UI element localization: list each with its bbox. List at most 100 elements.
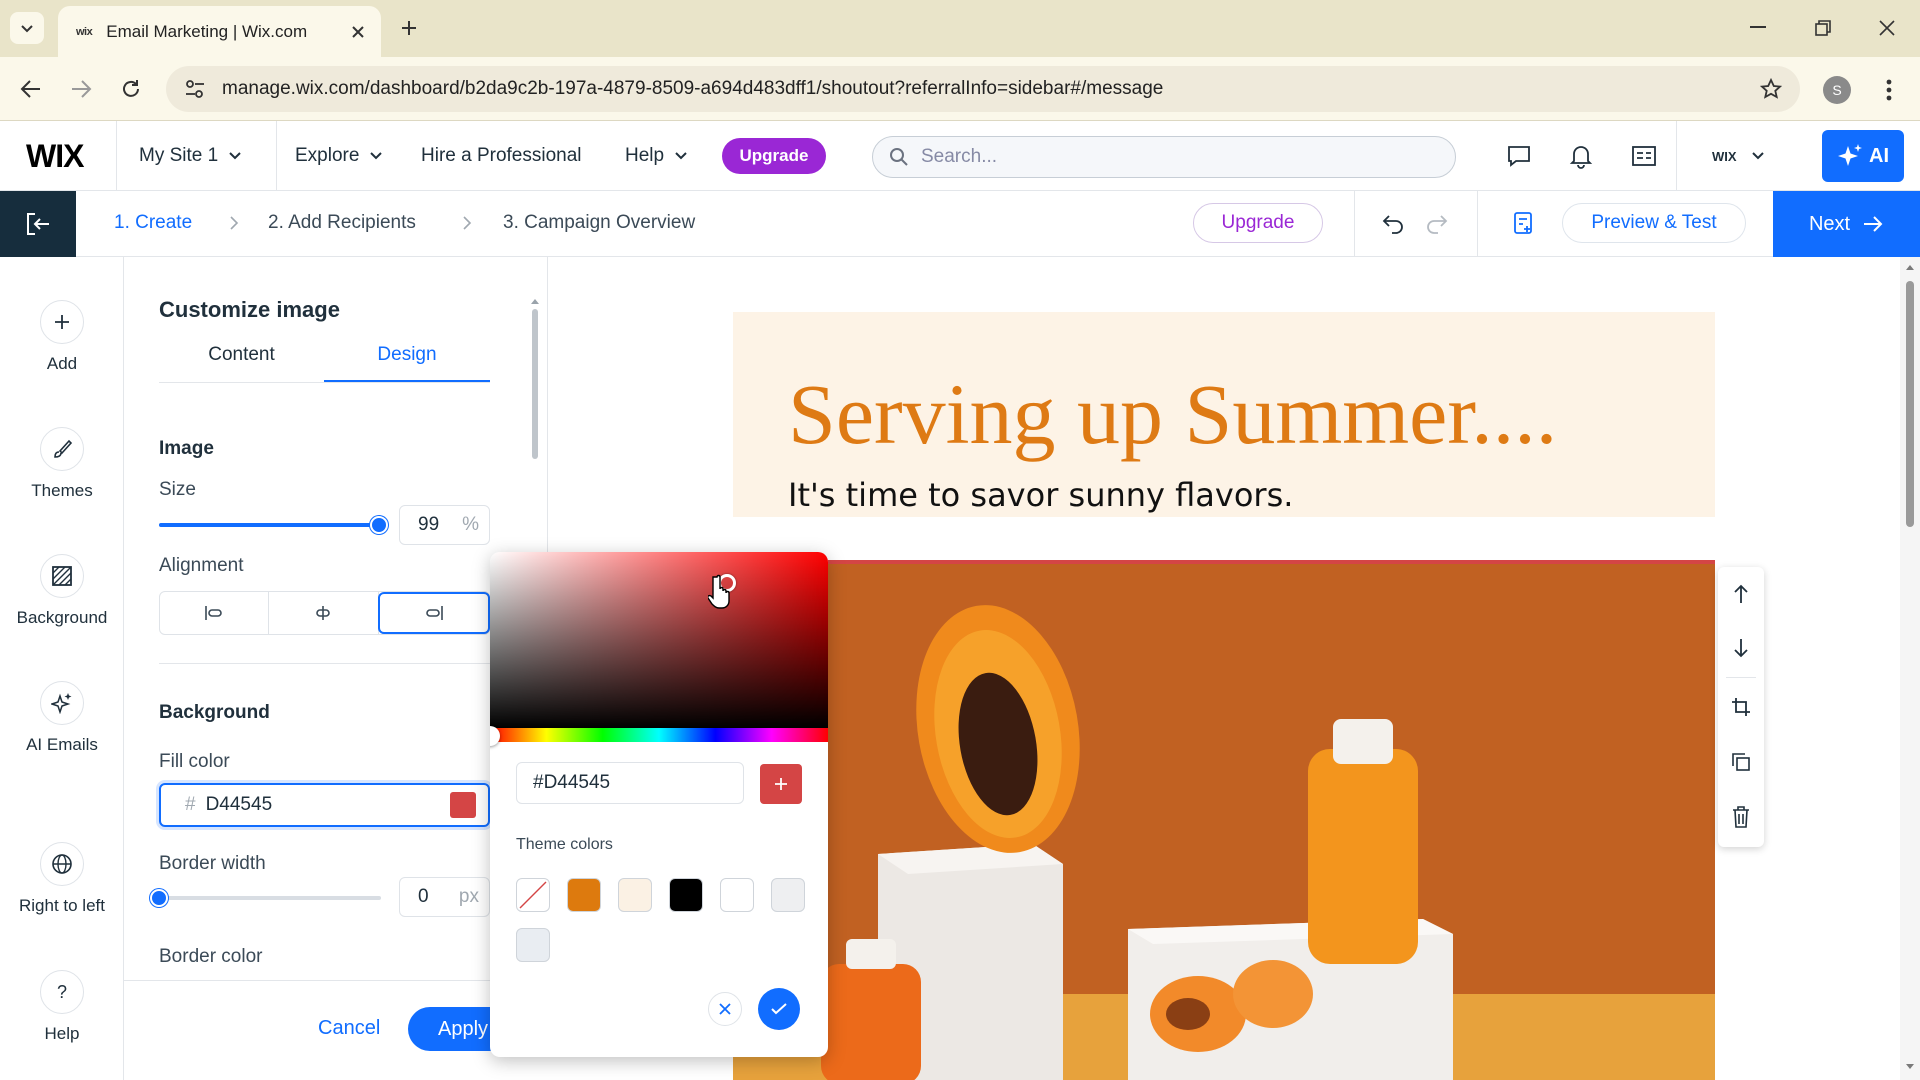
canvas-scrollbar[interactable]: [1900, 257, 1920, 1080]
border-width-slider-handle[interactable]: [150, 889, 168, 907]
forward-icon[interactable]: [70, 79, 92, 99]
restore-icon[interactable]: [1814, 19, 1832, 37]
upgrade-outline-button[interactable]: Upgrade: [1193, 203, 1323, 243]
hire-professional-link[interactable]: Hire a Professional: [421, 121, 582, 191]
align-left-button[interactable]: [160, 592, 270, 634]
sparkle-icon: [1838, 144, 1862, 166]
align-right-button[interactable]: [377, 592, 490, 634]
site-selector[interactable]: My Site 1: [139, 121, 242, 191]
close-icon[interactable]: [351, 25, 365, 39]
minimize-icon[interactable]: [1750, 26, 1766, 30]
cancel-button[interactable]: Cancel: [318, 1017, 380, 1040]
rail-add[interactable]: Add: [0, 300, 124, 374]
address-bar[interactable]: manage.wix.com/dashboard/b2da9c2b-197a-4…: [166, 66, 1800, 112]
ai-label: AI: [1869, 144, 1889, 167]
rail-label: Add: [46, 354, 78, 373]
plus-icon: [775, 778, 787, 790]
upgrade-button[interactable]: Upgrade: [722, 138, 826, 174]
email-image-block[interactable]: [733, 560, 1715, 1080]
add-color-button[interactable]: [760, 764, 802, 804]
hex-value: #D44545: [533, 772, 611, 793]
panel-title: Customize image: [159, 297, 340, 322]
no-color-swatch[interactable]: [516, 878, 550, 912]
reload-icon[interactable]: [120, 78, 142, 100]
browser-tab[interactable]: wix Email Marketing | Wix.com: [58, 6, 381, 57]
wix-logo[interactable]: WIX: [26, 138, 84, 175]
scroll-thumb[interactable]: [532, 309, 538, 459]
block-toolbar: [1718, 567, 1764, 847]
browser-menu-icon[interactable]: [1886, 78, 1892, 102]
rail-ai-emails[interactable]: AI Emails: [0, 681, 124, 755]
redo-icon[interactable]: [1425, 211, 1449, 235]
saturation-value-area[interactable]: [490, 552, 828, 728]
site-info-icon[interactable]: [184, 79, 206, 99]
step-create[interactable]: 1. Create: [114, 212, 192, 234]
exit-editor-button[interactable]: [0, 191, 76, 257]
hue-slider[interactable]: [490, 728, 828, 742]
explore-menu[interactable]: Explore: [295, 121, 383, 191]
plus-icon: [40, 300, 84, 344]
delete-icon[interactable]: [1732, 806, 1750, 828]
crop-icon[interactable]: [1731, 697, 1751, 717]
bookmark-star-icon[interactable]: [1760, 78, 1782, 100]
scroll-down-icon: [1906, 1064, 1914, 1069]
border-width-input[interactable]: 0 px: [399, 877, 490, 917]
rail-background[interactable]: Background: [0, 554, 124, 628]
search-icon: [890, 148, 908, 166]
picker-cancel-button[interactable]: [708, 992, 742, 1026]
undo-icon[interactable]: [1381, 211, 1405, 235]
exit-icon: [27, 213, 49, 235]
new-tab-icon[interactable]: [400, 19, 418, 37]
email-headline[interactable]: Serving up Summer....: [788, 364, 1557, 464]
fill-color-input[interactable]: # D44545: [159, 783, 490, 827]
fill-color-swatch[interactable]: [450, 792, 476, 818]
picker-confirm-button[interactable]: [758, 988, 800, 1030]
step-add-recipients[interactable]: 2. Add Recipients: [268, 212, 416, 234]
inbox-icon[interactable]: [1631, 145, 1657, 167]
move-down-icon[interactable]: [1732, 637, 1750, 659]
theme-color-swatch[interactable]: [720, 878, 754, 912]
close-window-icon[interactable]: [1878, 19, 1896, 37]
size-slider-handle[interactable]: [369, 516, 388, 534]
fill-color-value: D44545: [205, 794, 273, 815]
tab-list-button[interactable]: [10, 12, 44, 44]
align-center-button[interactable]: [269, 592, 379, 634]
theme-color-swatch[interactable]: [618, 878, 652, 912]
size-input[interactable]: 99 %: [399, 505, 490, 545]
bell-icon[interactable]: [1569, 143, 1593, 169]
back-icon[interactable]: [20, 79, 42, 99]
scroll-up-icon: [1906, 265, 1914, 270]
theme-color-swatch[interactable]: [516, 928, 550, 962]
tab-design[interactable]: Design: [324, 341, 490, 383]
rail-themes[interactable]: Themes: [0, 427, 124, 501]
background-icon: [40, 554, 84, 598]
step-campaign-overview[interactable]: 3. Campaign Overview: [503, 212, 695, 234]
border-width-slider-track[interactable]: [159, 896, 381, 900]
theme-color-swatch[interactable]: [771, 878, 805, 912]
email-header-block[interactable]: Serving up Summer.... It's time to savor…: [733, 312, 1715, 517]
move-up-icon[interactable]: [1732, 583, 1750, 605]
ai-button[interactable]: AI: [1822, 130, 1904, 182]
profile-avatar[interactable]: S: [1823, 76, 1851, 104]
hex-input[interactable]: #D44545: [516, 762, 744, 804]
search-input[interactable]: Search...: [872, 136, 1456, 178]
brush-icon: [40, 427, 84, 471]
theme-color-swatch[interactable]: [567, 878, 601, 912]
theme-color-swatch[interactable]: [669, 878, 703, 912]
next-button[interactable]: Next: [1773, 191, 1920, 257]
account-menu[interactable]: WIX: [1712, 138, 1765, 174]
chat-icon[interactable]: [1506, 144, 1532, 168]
preview-test-button[interactable]: Preview & Test: [1562, 203, 1746, 243]
panel-scrollbar[interactable]: [530, 297, 540, 459]
duplicate-icon[interactable]: [1731, 752, 1751, 772]
tab-content[interactable]: Content: [159, 341, 324, 383]
rail-right-to-left[interactable]: Right to left: [0, 842, 124, 916]
alignment-group: [159, 591, 490, 635]
rail-help[interactable]: ? Help: [0, 970, 124, 1044]
scroll-thumb[interactable]: [1906, 281, 1914, 527]
email-subhead[interactable]: It's time to savor sunny flavors.: [788, 476, 1293, 514]
check-icon: [771, 1003, 787, 1015]
save-template-icon[interactable]: [1512, 211, 1536, 235]
size-slider-track[interactable]: [159, 523, 381, 527]
help-menu[interactable]: Help: [625, 121, 688, 191]
